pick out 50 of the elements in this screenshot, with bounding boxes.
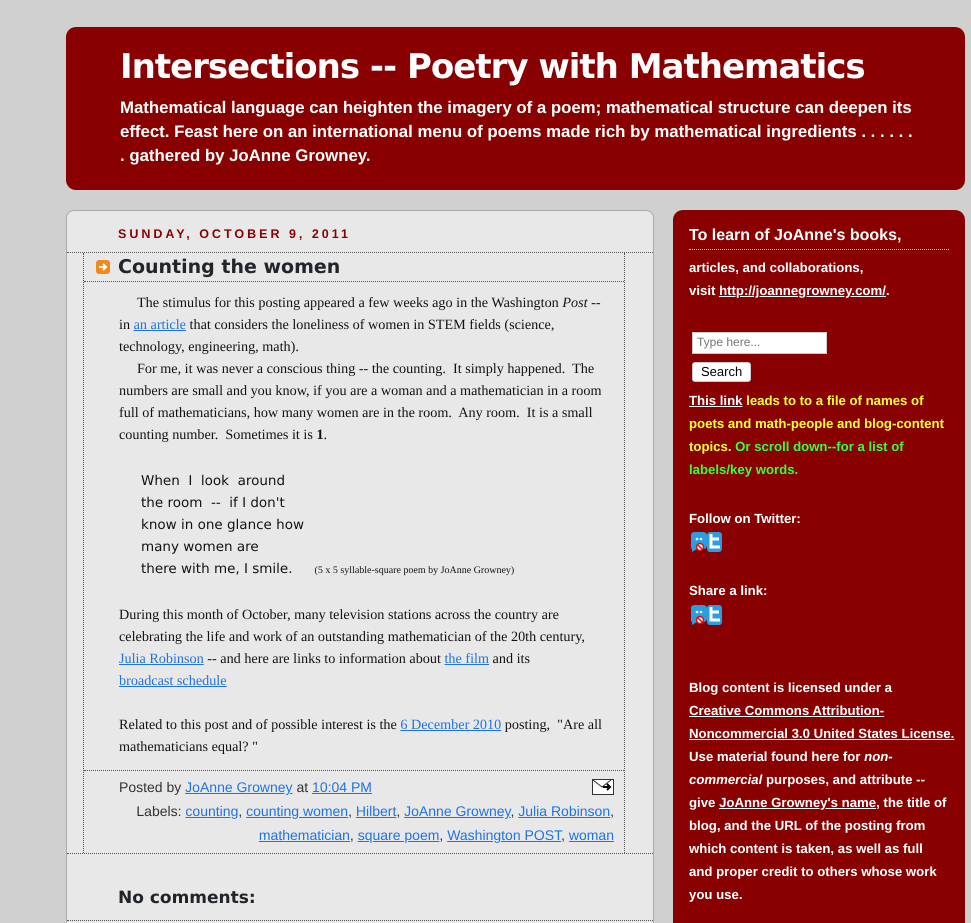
poem-line: the room -- if I don't	[141, 495, 285, 512]
twitter-bird-icon[interactable]	[689, 531, 723, 554]
poem-line: When I look around	[141, 473, 286, 490]
arrow-icon	[96, 260, 110, 274]
text-link[interactable]: This link	[689, 392, 742, 408]
sidebar-label: Follow on Twitter:	[689, 510, 802, 528]
sidebar-heading: To learn of JoAnne's books,	[689, 224, 949, 250]
blog-description: Mathematical language can heighten the imagery of a poem; mathematical structure can deepen its effect. Feast here on an international menu of poems made rich by mathematical ingredients . . . . . . . gathered by JoAnne Growney.	[120, 96, 914, 167]
post-labels: Labels: counting, counting women, Hilbert, JoAnne Growney, Julia Robinson, mathematician, square poem, Washington POST, woman	[135, 802, 614, 846]
text-link[interactable]: mathematician	[258, 827, 350, 844]
text-link[interactable]: Washington POST	[447, 827, 562, 844]
sidebar-label: Share a link:	[689, 582, 768, 600]
sidebar-text: visit http://joannegrowney.com/.	[689, 282, 891, 300]
text-link[interactable]: Creative Commons Attribution-	[689, 702, 884, 718]
post-paragraph: Related to this post and of possible interest is the 6 December 2010 posting, "Are all mathematicians equal? "	[119, 716, 603, 758]
post-date: SUNDAY, OCTOBER 9, 2011	[118, 226, 352, 243]
poem-line: there with me, I smile.	[141, 561, 293, 578]
sidebar-text: articles, and collaborations,	[689, 258, 864, 277]
text-link[interactable]: broadcast schedule	[119, 673, 227, 690]
search-button[interactable]: Search	[692, 362, 752, 382]
text-link[interactable]: 10:04 PM	[312, 779, 372, 796]
text-link[interactable]: an article	[134, 317, 186, 334]
text-link[interactable]: 6 December 2010	[400, 717, 502, 734]
text-link[interactable]: http://joannegrowney.com/	[719, 282, 886, 298]
poem-line: many women are	[141, 539, 259, 556]
text-link[interactable]: counting	[185, 803, 238, 820]
email-icon[interactable]	[592, 779, 614, 796]
post-paragraph: For me, it was never a conscious thing -- the counting. It simply happened. The numbers are small and you know, if you are a woman and a mathematician in a room full of mathematicians, how many women are in the room. Any room. It is a small counting number. Sometimes it is 1.	[119, 360, 602, 446]
search-field[interactable]: Type here...	[692, 332, 827, 354]
text-link[interactable]: woman	[568, 827, 614, 844]
sidebar-text: This link leads to to a file of names of poets and math-people and blog-content topics. Or scroll down--for a list of labels/key words.	[689, 392, 945, 479]
twitter-bird-icon[interactable]	[689, 604, 723, 626]
text-link[interactable]: Julia Robinson	[119, 651, 204, 668]
poem-line: know in one glance how	[141, 517, 304, 534]
post-byline: Posted by JoAnne Growney at 10:04 PM	[119, 778, 372, 798]
post-paragraph: The stimulus for this posting appeared a few weeks ago in the Washington Post -- in an article that considers the loneliness of women in STEM fields (science, technology, engineering, math).	[119, 294, 602, 358]
text-link[interactable]: the film	[444, 651, 489, 668]
text-link[interactable]: Julia Robinson	[518, 803, 610, 820]
text-link[interactable]: Hilbert	[356, 803, 396, 820]
poem-caption: (5 x 5 syllable-square poem by JoAnne Growney)	[314, 565, 514, 576]
text-link[interactable]: square poem	[358, 827, 440, 844]
text-link[interactable]: JoAnne Growney	[404, 803, 510, 820]
blog-title[interactable]: Intersections -- Poetry with Mathematics	[120, 47, 915, 88]
text-link[interactable]: JoAnne Growney's name	[719, 794, 876, 810]
comments-heading: No comments:	[118, 888, 256, 908]
text-link[interactable]: JoAnne Growney	[185, 779, 293, 796]
post-title[interactable]: Counting the women	[118, 256, 340, 278]
post-paragraph: During this month of October, many television stations across the country are celebrating the life and work of an outstanding mathematician of the 20th century, Julia Robinson -- and here are links to information about the film and its broadcast schedule	[119, 606, 586, 692]
text-link[interactable]: Noncommercial 3.0 United States License.	[689, 726, 954, 741]
text-link[interactable]: counting women	[246, 803, 348, 820]
